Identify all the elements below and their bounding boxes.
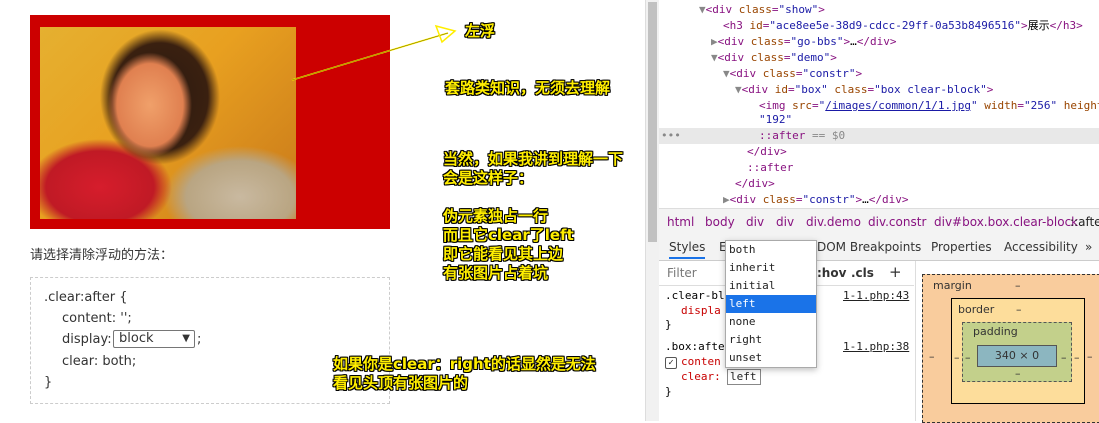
box-model-border: border – – – padding – – – 340 × 0 <box>951 298 1085 404</box>
tabs-overflow-icon[interactable]: » <box>1085 240 1092 254</box>
dropdown-option-left[interactable]: left <box>726 295 816 313</box>
tab-styles[interactable]: Styles <box>669 240 706 259</box>
border-label: border <box>958 303 995 316</box>
breadcrumb-after[interactable]: ::afte <box>1070 215 1099 229</box>
box-model-pane: margin – – – border – – – padding – – – … <box>915 270 1099 423</box>
breadcrumb-div-constr[interactable]: div.constr <box>868 215 926 229</box>
breadcrumb: html body div div div.demo div.constr di… <box>659 208 1099 236</box>
dom-node-close-div-2: </div> <box>735 177 775 190</box>
dropdown-option-inherit[interactable]: inherit <box>726 259 816 277</box>
annotation-routine: 套路类知识，无须去理解 <box>445 79 611 97</box>
dom-node-div-show[interactable]: ▼<div class="show"> <box>699 2 825 17</box>
cls-toggle[interactable]: .cls <box>851 266 874 280</box>
value-autocomplete-dropdown: both inherit initial left none right uns… <box>725 240 817 368</box>
breadcrumb-html[interactable]: html <box>667 215 694 229</box>
dom-node-demo[interactable]: ▼<div class="demo"> <box>711 50 837 65</box>
dom-node-img[interactable]: <img src="/images/common/1/1.jpg" width=… <box>759 98 1099 113</box>
annotation-clear-right: 如果你是clear：right的话显然是无法 看见头顶有张图片的 <box>333 355 596 392</box>
breadcrumb-div-2[interactable]: div <box>776 215 794 229</box>
dom-node-go-bbs[interactable]: ▶<div class="go-bbs">…</div> <box>711 34 896 49</box>
rule2-selector: .box:afte <box>665 340 725 353</box>
breadcrumb-body[interactable]: body <box>705 215 735 229</box>
dom-node-h3[interactable]: <h3 id="ace8ee5e-38d9-cdcc-29ff-0a53b849… <box>723 18 1083 33</box>
more-dots-icon[interactable]: ••• <box>661 128 681 143</box>
page-scrollbar[interactable] <box>645 0 660 421</box>
dom-node-box[interactable]: ▼<div id="box" class="box clear-block"> <box>735 82 993 97</box>
dropdown-option-both[interactable]: both <box>726 241 816 259</box>
dom-node-constr-2[interactable]: ▶<div class="constr">…</div> <box>723 192 908 207</box>
tab-dom-breakpoints[interactable]: DOM Breakpoints <box>817 240 921 254</box>
annotation-explain: 当然，如果我讲到理解一下 会是这样子： 伪元素独占一行 而且它clear了lef… <box>443 150 624 282</box>
padding-label: padding <box>973 325 1018 338</box>
border-left-value: – <box>954 351 960 364</box>
dropdown-option-right[interactable]: right <box>726 331 816 349</box>
clear-value-editor[interactable]: left <box>727 369 761 385</box>
box-model-margin: margin – – – border – – – padding – – – … <box>922 274 1099 423</box>
rule2-property-clear[interactable]: clear: <box>681 370 721 383</box>
breadcrumb-div-1[interactable]: div <box>746 215 764 229</box>
margin-top-value: – <box>1015 279 1021 292</box>
rule1-property[interactable]: displa <box>681 304 721 317</box>
box-model-padding: padding – – – 340 × 0 <box>962 322 1072 382</box>
clear-value-text: left <box>730 370 757 383</box>
dom-node-constr[interactable]: ▼<div class="constr"> <box>723 66 862 81</box>
dropdown-option-initial[interactable]: initial <box>726 277 816 295</box>
padding-left-value: – <box>965 351 971 364</box>
rule1-close: } <box>665 318 672 331</box>
dropdown-option-none[interactable]: none <box>726 313 816 331</box>
rule1-source-link[interactable]: 1-1.php:43 <box>843 289 909 302</box>
demo-panel: 请选择清除浮动的方法： .clear:after { content: ''; … <box>0 0 645 421</box>
dropdown-option-unset[interactable]: unset <box>726 349 816 367</box>
dom-node-close-div: </div> <box>747 145 787 158</box>
breadcrumb-div-box[interactable]: div#box.box.clear-block <box>934 215 1078 229</box>
margin-right-value: – <box>1087 350 1093 363</box>
padding-bottom-value: – <box>1015 367 1021 380</box>
rule2-close: } <box>665 385 672 398</box>
rule1-selector: .clear-bl <box>665 289 725 302</box>
border-right-value: – <box>1074 351 1080 364</box>
rule2-property-content[interactable]: conten <box>681 355 721 368</box>
filter-input[interactable]: Filter <box>667 266 697 280</box>
selected-node-row[interactable] <box>659 128 1099 144</box>
tab-accessibility[interactable]: Accessibility <box>1004 240 1078 254</box>
scrollbar-thumb[interactable] <box>648 2 657 242</box>
property-checkbox[interactable]: ✓ <box>665 357 677 369</box>
tab-properties[interactable]: Properties <box>931 240 992 254</box>
margin-label: margin <box>933 279 972 292</box>
dom-node-after-selected[interactable]: ::after == $0 <box>759 128 845 143</box>
dom-node-img-height: "192" <box>759 113 793 126</box>
rule2-source-link[interactable]: 1-1.php:38 <box>843 340 909 353</box>
margin-left-value: – <box>929 350 935 363</box>
elements-tree: ▼<div class="show"> <h3 id="ace8ee5e-38d… <box>659 0 1099 208</box>
add-rule-button[interactable]: + <box>889 263 902 281</box>
padding-right-value: – <box>1061 351 1067 364</box>
annotation-float-left: 左浮 <box>465 22 496 40</box>
box-model-content: 340 × 0 <box>977 345 1057 367</box>
hov-toggle[interactable]: :hov <box>817 266 846 280</box>
border-top-value: – <box>1016 303 1022 316</box>
breadcrumb-div-demo[interactable]: div.demo <box>806 215 861 229</box>
dom-node-after[interactable]: ::after <box>747 160 793 175</box>
